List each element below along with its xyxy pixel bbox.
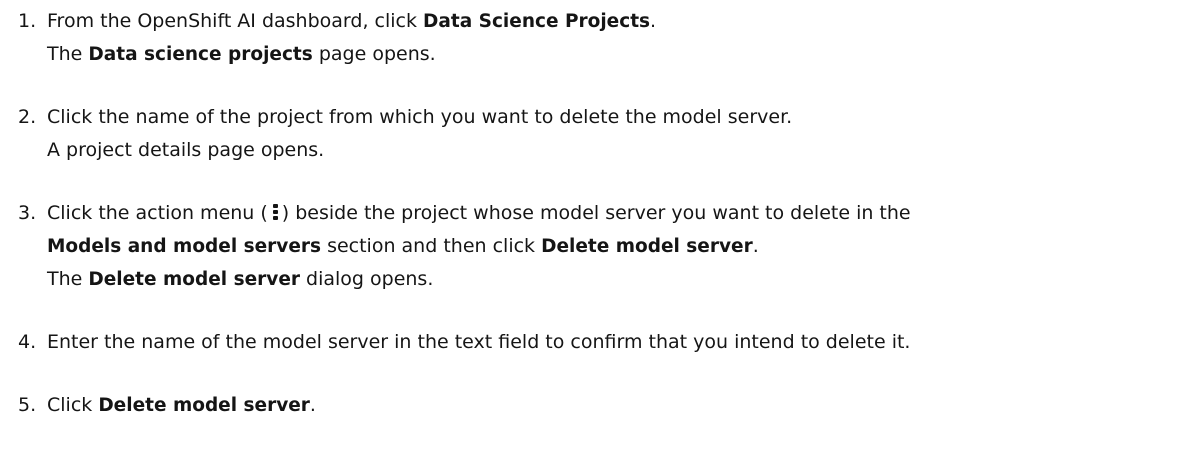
step-text: The [47,268,89,290]
step-text: Click the name of the project from which… [47,106,793,128]
step-text: dialog opens. [299,268,434,290]
step-text: . [650,10,657,32]
step-text-line: The Delete model server dialog opens. [47,263,1186,296]
ui-element-name: Models and model servers [47,236,322,257]
step-text: page opens. [312,43,436,65]
ui-element-name: Data Science Projects [423,11,651,32]
step-text: section and then click [321,235,542,257]
step-number: 2. [18,106,37,128]
step-text-line: Click the action menu ( ) beside the proj… [47,197,1186,230]
procedure-step: 4. Enter the name of the model server in … [0,326,1186,359]
step-text: Enter the name of the model server in th… [47,331,911,353]
procedure-steps: 1. From the OpenShift AI dashboard, click… [0,5,1186,422]
step-text-line: Enter the name of the model server in th… [47,326,1186,359]
step-text: Click [47,394,99,416]
step-number: 3. [18,202,37,224]
procedure-step: 2. Click the name of the project from whi… [0,101,1186,167]
step-text-line: Click Delete model server. [47,389,1186,422]
step-text: A project details page opens. [47,139,325,161]
step-text-line: Models and model servers section and the… [47,230,1186,263]
ui-element-name: Delete model server [88,269,300,290]
procedure-step: 5. Click Delete model server. [0,389,1186,422]
procedure-step: 3. Click the action menu ( ) beside the pr… [0,197,1186,296]
step-text-line: Click the name of the project from which… [47,101,1186,134]
step-text-line: From the OpenShift AI dashboard, click D… [47,5,1186,38]
step-text-line: The Data science projects page opens. [47,38,1186,71]
kebab-menu-icon [272,203,278,221]
step-text: Click the action menu ( [47,202,268,224]
step-text: ) beside the project whose model server … [281,202,911,224]
ui-element-name: Data science projects [88,44,313,65]
step-number: 4. [18,331,37,353]
step-text: The [47,43,89,65]
ui-element-name: Delete model server [541,236,753,257]
step-text: . [752,235,759,257]
step-text-line: A project details page opens. [47,134,1186,167]
step-number: 5. [18,394,37,416]
step-text: . [309,394,316,416]
step-number: 1. [18,10,37,32]
step-text: From the OpenShift AI dashboard, click [47,10,424,32]
ui-element-name: Delete model server [98,395,310,416]
procedure-step: 1. From the OpenShift AI dashboard, click… [0,5,1186,71]
